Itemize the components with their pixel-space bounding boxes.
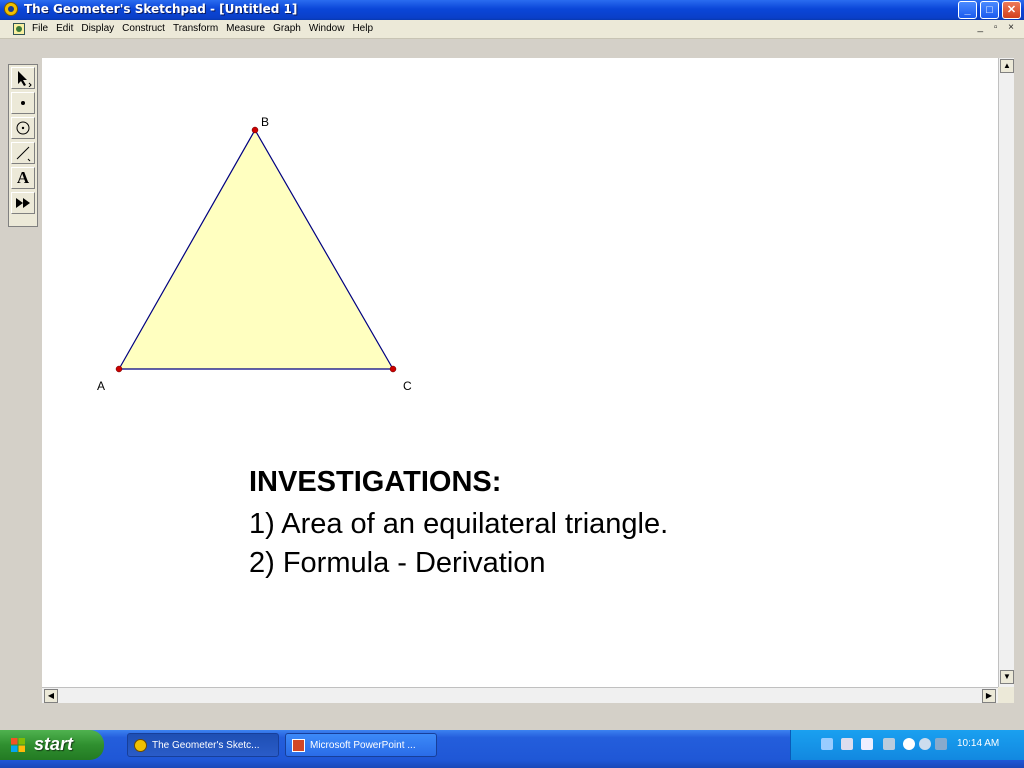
menu-bar: File Edit Display Construct Transform Me… bbox=[0, 20, 1024, 39]
taskbar-item-powerpoint[interactable]: Microsoft PowerPoint ... bbox=[285, 733, 437, 757]
close-button[interactable]: ✕ bbox=[1002, 1, 1021, 19]
point-icon bbox=[21, 101, 25, 105]
powerpoint-task-icon bbox=[292, 739, 305, 752]
scrollbar-corner bbox=[998, 687, 1014, 703]
network-tray-icon[interactable] bbox=[841, 738, 853, 750]
document-window-controls[interactable]: _ ▫ × bbox=[977, 22, 1018, 33]
custom-tool-icon bbox=[16, 198, 30, 208]
menu-transform[interactable]: Transform bbox=[173, 23, 218, 34]
scroll-right-icon[interactable]: ▶ bbox=[982, 689, 996, 703]
investigation-item-1[interactable]: 1) Area of an equilateral triangle. bbox=[249, 508, 668, 541]
clock[interactable]: 10:14 AM bbox=[957, 738, 999, 749]
investigations-title[interactable]: INVESTIGATIONS: bbox=[249, 466, 501, 499]
text-icon: A bbox=[16, 168, 30, 187]
security-tray-icon[interactable] bbox=[883, 738, 895, 750]
scroll-down-icon[interactable]: ▼ bbox=[1000, 670, 1014, 684]
point-b bbox=[251, 126, 259, 134]
point-label-a[interactable]: A bbox=[97, 379, 105, 393]
menu-window[interactable]: Window bbox=[309, 23, 345, 34]
minimize-button[interactable]: _ bbox=[958, 1, 977, 19]
menu-items: File Edit Display Construct Transform Me… bbox=[32, 23, 373, 34]
start-label: start bbox=[34, 734, 74, 754]
sketch-canvas[interactable]: A B C INVESTIGATIONS: 1) Area of an equi… bbox=[42, 58, 998, 687]
title-bar: The Geometer's Sketchpad - [Untitled 1] … bbox=[0, 0, 1024, 20]
taskbar-item-label: The Geometer's Sketc... bbox=[152, 740, 260, 751]
system-tray: 10:14 AM bbox=[790, 730, 1024, 760]
maximize-button[interactable]: □ bbox=[980, 1, 999, 19]
menu-measure[interactable]: Measure bbox=[226, 23, 265, 34]
text-tool[interactable]: A bbox=[11, 167, 35, 189]
straightedge-tool[interactable] bbox=[11, 142, 35, 164]
segment-icon bbox=[16, 146, 31, 162]
equilateral-triangle bbox=[117, 128, 395, 370]
menu-display[interactable]: Display bbox=[81, 23, 114, 34]
sketchpad-task-icon bbox=[134, 739, 147, 752]
monitor-tray-icon[interactable] bbox=[919, 738, 931, 750]
windows-flag-icon bbox=[11, 738, 25, 752]
toolbox: A bbox=[8, 64, 38, 227]
display-tray-icon[interactable] bbox=[935, 738, 947, 750]
horizontal-scrollbar[interactable]: ◀ ▶ bbox=[42, 687, 998, 703]
menu-graph[interactable]: Graph bbox=[273, 23, 301, 34]
taskbar: start The Geometer's Sketc... Microsoft … bbox=[0, 730, 1024, 768]
start-button[interactable]: start bbox=[0, 730, 104, 760]
point-c bbox=[389, 365, 397, 373]
point-a bbox=[115, 365, 123, 373]
document-icon[interactable] bbox=[13, 23, 25, 35]
back-arrow-tray-icon[interactable] bbox=[903, 738, 915, 750]
taskbar-item-sketchpad[interactable]: The Geometer's Sketc... bbox=[127, 733, 279, 757]
help-tray-icon[interactable] bbox=[861, 738, 873, 750]
vertical-scrollbar[interactable]: ▲ ▼ bbox=[998, 58, 1014, 687]
selection-arrow-tool[interactable] bbox=[11, 67, 35, 89]
menu-help[interactable]: Help bbox=[352, 23, 373, 34]
sketchpad-app-icon[interactable] bbox=[4, 2, 18, 16]
scroll-left-icon[interactable]: ◀ bbox=[44, 689, 58, 703]
circle-icon bbox=[16, 121, 30, 135]
menu-file[interactable]: File bbox=[32, 23, 48, 34]
menu-edit[interactable]: Edit bbox=[56, 23, 73, 34]
point-tool[interactable] bbox=[11, 92, 35, 114]
scroll-up-icon[interactable]: ▲ bbox=[1000, 59, 1014, 73]
triangle-drawing bbox=[115, 126, 397, 373]
custom-tool[interactable] bbox=[11, 192, 35, 214]
compass-tool[interactable] bbox=[11, 117, 35, 139]
window-bottom-area bbox=[0, 703, 1024, 725]
pen-tray-icon[interactable] bbox=[821, 738, 833, 750]
point-label-c[interactable]: C bbox=[403, 379, 412, 393]
menu-construct[interactable]: Construct bbox=[122, 23, 165, 34]
investigation-item-2[interactable]: 2) Formula - Derivation bbox=[249, 547, 546, 580]
arrow-icon bbox=[18, 71, 32, 87]
point-label-b[interactable]: B bbox=[261, 115, 269, 129]
taskbar-item-label: Microsoft PowerPoint ... bbox=[310, 740, 416, 751]
window-title: The Geometer's Sketchpad - [Untitled 1] bbox=[24, 2, 298, 16]
